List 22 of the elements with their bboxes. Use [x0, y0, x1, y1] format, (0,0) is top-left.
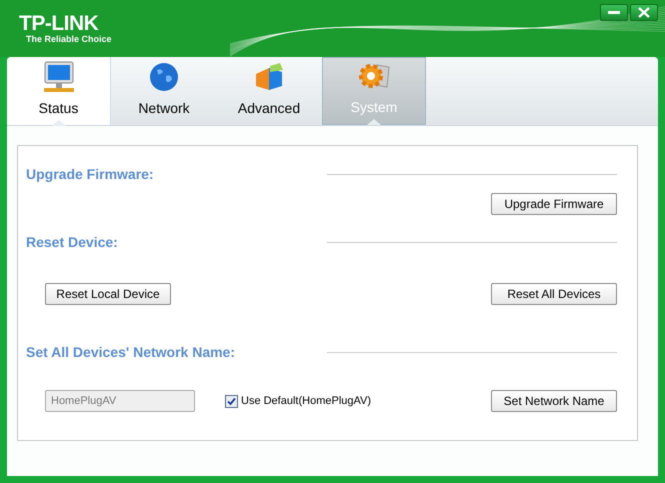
section-title: Set All Devices' Network Name:	[26, 344, 236, 360]
tab-pointer-icon	[52, 120, 66, 126]
tab[interactable]: Status	[7, 57, 111, 125]
section-title: Upgrade Firmware:	[26, 166, 154, 182]
tab-pointer-icon	[367, 119, 381, 125]
checkbox[interactable]	[225, 394, 238, 408]
tagline: The Reliable Choice	[26, 34, 112, 44]
action-button[interactable]: Upgrade Firmware	[491, 193, 617, 215]
logo-text: TP-LINK	[19, 14, 100, 34]
action-button[interactable]: Reset All Devices	[491, 283, 617, 305]
section-title: Reset Device:	[26, 234, 118, 250]
minimize-button[interactable]	[600, 4, 628, 21]
tab[interactable]: Advanced	[217, 57, 321, 125]
checkbox-label: Use Default(HomePlugAV)	[241, 395, 372, 407]
minimize-icon	[608, 10, 620, 14]
monitor-icon	[42, 60, 76, 94]
action-button[interactable]: Reset Local Device	[45, 283, 171, 305]
close-icon	[638, 7, 650, 18]
globe-icon	[147, 60, 181, 94]
action-button[interactable]: Set Network Name	[491, 390, 617, 412]
close-button[interactable]	[630, 4, 658, 21]
tab[interactable]: Network	[112, 57, 216, 125]
